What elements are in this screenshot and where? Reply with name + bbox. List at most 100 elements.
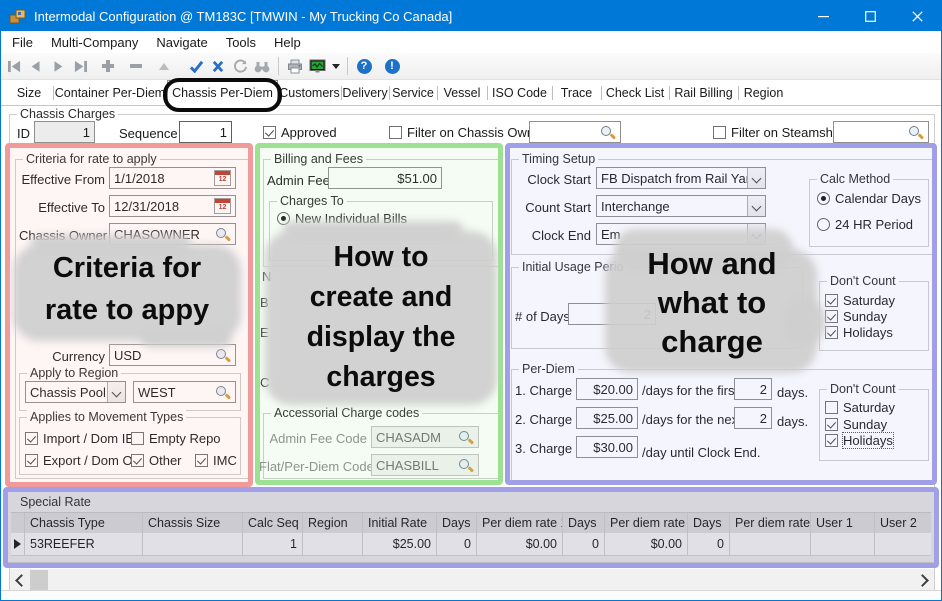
tab-delivery[interactable]: Delivery [341, 81, 389, 105]
tab-container-per-diem[interactable]: Container Per-Diem [53, 81, 167, 105]
num-days-field[interactable]: 2 [568, 303, 656, 325]
scroll-right-button[interactable] [914, 569, 934, 592]
col-per-diem-rate-2[interactable]: Per diem rate 2 [605, 513, 688, 533]
save-check-icon[interactable] [185, 56, 207, 76]
add-record-icon[interactable] [97, 56, 119, 76]
chevron-down-icon[interactable] [107, 382, 125, 402]
delete-record-icon[interactable] [125, 56, 147, 76]
calendar-icon[interactable]: 12 [214, 170, 231, 186]
scroll-left-button[interactable] [10, 569, 30, 592]
first-record-icon[interactable] [3, 56, 25, 76]
initial-sunday-checkbox[interactable]: Sunday [825, 309, 887, 324]
region-value-field[interactable]: WEST [133, 381, 236, 403]
minimize-button[interactable] [800, 1, 847, 31]
tab-service[interactable]: Service [389, 81, 437, 105]
tab-rail-billing[interactable]: Rail Billing [669, 81, 738, 105]
horizontal-scrollbar[interactable] [10, 569, 934, 592]
filter-chassis-owner-checkbox[interactable]: Filter on Chassis Owner [389, 125, 546, 140]
filter-steamship-checkbox[interactable]: Filter on Steamship [713, 125, 843, 140]
calendar-icon[interactable]: 12 [214, 198, 231, 214]
refresh-icon[interactable] [229, 56, 251, 76]
tab-trace[interactable]: Trace [552, 81, 601, 105]
tab-chassis-per-diem[interactable]: Chassis Per-Diem [167, 80, 278, 106]
next-record-icon[interactable] [47, 56, 69, 76]
import-dom-ib-checkbox[interactable]: Import / Dom IB [25, 431, 134, 446]
per-diem-sunday-checkbox[interactable]: Sunday [825, 417, 887, 432]
filter-steamship-field[interactable] [833, 121, 929, 143]
charge1-amount-field[interactable]: $20.00 [576, 378, 638, 400]
lookup-icon[interactable] [215, 227, 231, 242]
col-calc-seq[interactable]: Calc Seq [243, 513, 303, 533]
col-days-1[interactable]: Days [437, 513, 477, 533]
lookup-icon[interactable] [215, 385, 231, 400]
col-user-2[interactable]: User 2 [875, 513, 931, 533]
clock-end-dropdown[interactable]: Em [596, 223, 766, 245]
per-diem-saturday-checkbox[interactable]: Saturday [825, 400, 895, 415]
imc-checkbox[interactable]: IMC [195, 453, 237, 468]
print-icon[interactable] [284, 56, 306, 76]
calendar-days-radio[interactable]: Calendar Days [817, 191, 921, 206]
export-dom-ob-checkbox[interactable]: Export / Dom OB [25, 453, 141, 468]
tab-region[interactable]: Region [738, 81, 789, 105]
lookup-icon[interactable] [600, 125, 616, 140]
tab-size[interactable]: Size [5, 81, 53, 105]
maximize-button[interactable] [847, 1, 894, 31]
24-hr-period-radio[interactable]: 24 HR Period [817, 217, 913, 232]
per-diem-holidays-checkbox[interactable]: Holidays [825, 433, 893, 448]
col-region[interactable]: Region [303, 513, 363, 533]
col-user-1[interactable]: User 1 [811, 513, 875, 533]
filter-chassis-owner-field[interactable] [529, 121, 621, 143]
sort-up-icon[interactable] [153, 56, 175, 76]
col-days-2[interactable]: Days [563, 513, 605, 533]
approved-checkbox[interactable]: Approved [263, 125, 337, 140]
count-start-dropdown[interactable]: Interchange [596, 195, 766, 217]
currency-field[interactable]: USD [109, 344, 236, 366]
col-initial-rate[interactable]: Initial Rate [363, 513, 437, 533]
empty-repo-checkbox[interactable]: Empty Repo [131, 431, 221, 446]
scrollbar-thumb[interactable] [30, 570, 48, 591]
region-type-dropdown[interactable]: Chassis Pool [25, 381, 126, 403]
about-icon[interactable]: ! [381, 56, 403, 76]
monitor-dropdown-icon[interactable] [328, 56, 342, 76]
initial-holidays-checkbox[interactable]: Holidays [825, 325, 893, 340]
clock-start-dropdown[interactable]: FB Dispatch from Rail Yard [596, 167, 766, 189]
charge2-amount-field[interactable]: $25.00 [576, 407, 638, 429]
menu-tools[interactable]: Tools [217, 35, 265, 50]
previous-record-icon[interactable] [25, 56, 47, 76]
col-chassis-type[interactable]: Chassis Type [25, 513, 143, 533]
col-days-3[interactable]: Days [688, 513, 730, 533]
admin-fee-field[interactable]: $51.00 [328, 167, 442, 189]
last-record-icon[interactable] [69, 56, 91, 76]
other-checkbox[interactable]: Other [131, 453, 182, 468]
effective-to-field[interactable]: 12/31/2018 12 [109, 195, 236, 217]
menu-file[interactable]: File [3, 35, 42, 50]
tab-vessel[interactable]: Vessel [437, 81, 487, 105]
menu-navigate[interactable]: Navigate [147, 35, 216, 50]
effective-from-field[interactable]: 1/1/2018 12 [109, 167, 236, 189]
col-chassis-size[interactable]: Chassis Size [143, 513, 243, 533]
tab-customers[interactable]: Customers [278, 81, 341, 105]
chevron-down-icon[interactable] [747, 196, 765, 216]
monitor-view-icon[interactable] [306, 56, 328, 76]
lookup-icon[interactable] [215, 348, 231, 363]
charge2-days-field[interactable]: 2 [734, 407, 772, 429]
charge1-days-field[interactable]: 2 [734, 378, 772, 400]
initial-saturday-checkbox[interactable]: Saturday [825, 293, 895, 308]
chevron-down-icon[interactable] [747, 224, 765, 244]
chassis-owner-field[interactable]: CHASOWNER [109, 223, 236, 245]
col-per-diem-rate-1[interactable]: Per diem rate 1 [477, 513, 563, 533]
lookup-icon[interactable] [908, 125, 924, 140]
menu-multi-company[interactable]: Multi-Company [42, 35, 147, 50]
help-icon[interactable]: ? [353, 56, 375, 76]
col-per-diem-rate-3[interactable]: Per diem rate 3 [730, 513, 811, 533]
table-row[interactable]: 53REEFER 1 $25.00 0 $0.00 0 $0.00 0 [11, 533, 931, 556]
chevron-down-icon[interactable] [747, 168, 765, 188]
charge3-amount-field[interactable]: $30.00 [576, 436, 638, 458]
find-binoculars-icon[interactable] [251, 56, 273, 76]
new-individual-bills-radio[interactable]: New Individual Bills [277, 211, 407, 226]
cancel-x-icon[interactable] [207, 56, 229, 76]
close-button[interactable] [894, 1, 941, 31]
tab-check-list[interactable]: Check List [601, 81, 669, 105]
tab-iso-code[interactable]: ISO Code [487, 81, 552, 105]
menu-help[interactable]: Help [265, 35, 310, 50]
